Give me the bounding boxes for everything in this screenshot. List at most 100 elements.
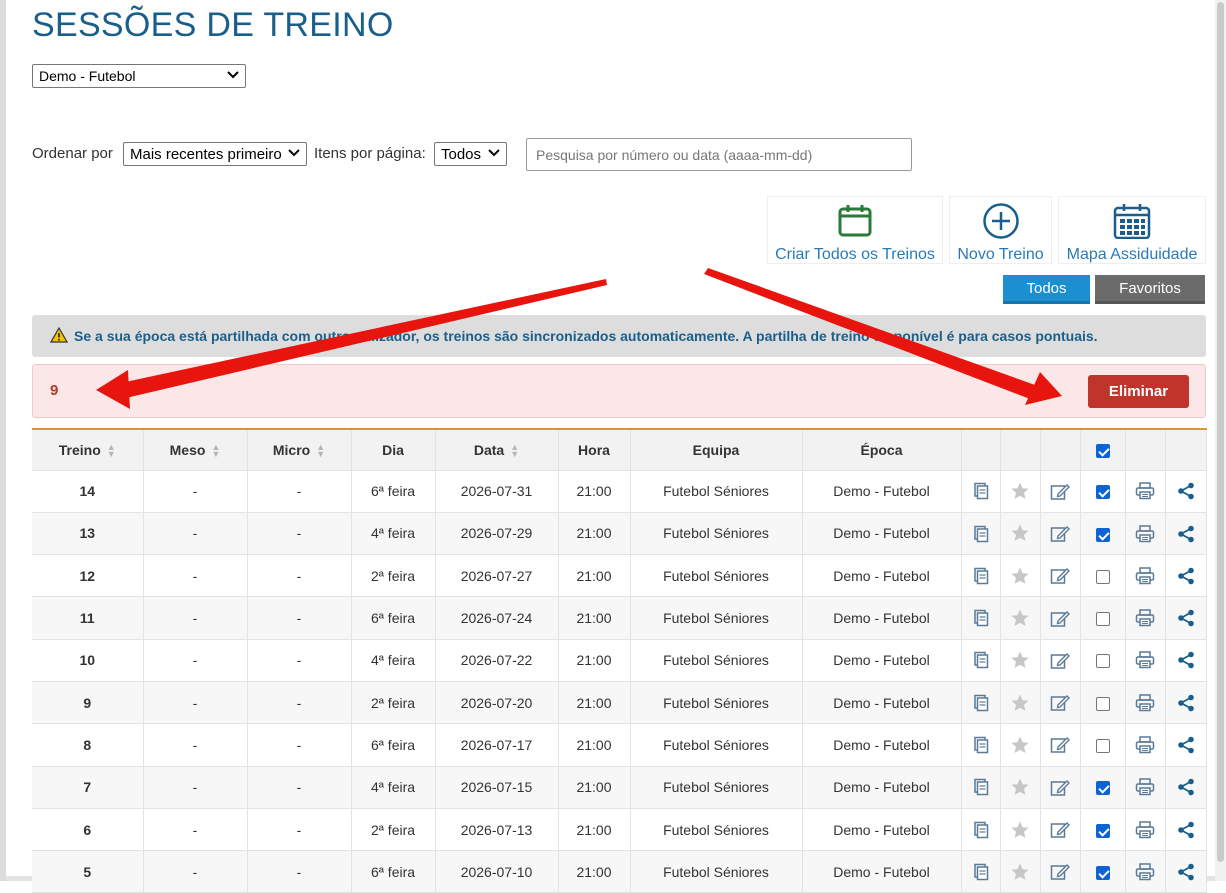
share-icon[interactable]: [1177, 567, 1195, 585]
vertical-scrollbar[interactable]: [1215, 0, 1226, 881]
copy-icon[interactable]: [972, 609, 990, 627]
vertical-scrollbar-thumb[interactable]: [1217, 2, 1224, 862]
tab-all[interactable]: Todos: [1003, 275, 1090, 304]
star-icon[interactable]: [1010, 862, 1030, 882]
copy-icon[interactable]: [972, 778, 990, 796]
print-icon[interactable]: [1135, 651, 1155, 669]
edit-icon[interactable]: [1050, 862, 1070, 881]
edit-icon[interactable]: [1050, 778, 1070, 797]
session-number-link[interactable]: 8: [32, 723, 144, 767]
print-icon[interactable]: [1135, 694, 1155, 712]
star-icon[interactable]: [1010, 650, 1030, 670]
share-icon[interactable]: [1177, 863, 1195, 881]
edit-icon[interactable]: [1050, 482, 1070, 501]
row-checkbox[interactable]: [1095, 865, 1110, 880]
copy-icon[interactable]: [972, 736, 990, 754]
row-checkbox[interactable]: [1095, 739, 1110, 754]
session-number-link[interactable]: 9: [32, 681, 144, 725]
star-icon[interactable]: [1010, 481, 1030, 501]
star-icon[interactable]: [1010, 608, 1030, 628]
sort-icon[interactable]: ▲ ▼: [211, 442, 220, 458]
print-icon[interactable]: [1135, 863, 1155, 881]
print-icon[interactable]: [1135, 820, 1155, 839]
create-all-sessions-button[interactable]: Criar Todos os Treinos: [767, 196, 943, 264]
share-icon[interactable]: [1177, 694, 1195, 712]
edit-icon[interactable]: [1050, 651, 1070, 670]
attendance-map-button[interactable]: Mapa Assiduidade: [1058, 196, 1206, 264]
date-cell: 2026-07-10: [435, 850, 559, 893]
header-select-all[interactable]: [1080, 429, 1126, 471]
session-number-link[interactable]: 14: [32, 470, 144, 513]
print-icon[interactable]: [1135, 736, 1155, 754]
select-all-checkbox[interactable]: [1095, 443, 1110, 458]
row-checkbox[interactable]: [1095, 696, 1110, 711]
session-number-link[interactable]: 11: [32, 596, 144, 640]
edit-icon[interactable]: [1050, 566, 1070, 585]
edit-icon[interactable]: [1050, 820, 1070, 839]
season-select[interactable]: Demo - Futebol: [32, 64, 246, 88]
copy-icon[interactable]: [972, 821, 990, 839]
star-icon[interactable]: [1010, 523, 1030, 543]
star-icon[interactable]: [1010, 566, 1030, 586]
date-cell: 2026-07-27: [435, 554, 559, 598]
search-input[interactable]: [526, 138, 912, 171]
copy-icon[interactable]: [972, 651, 990, 669]
copy-icon[interactable]: [972, 567, 990, 585]
edit-icon[interactable]: [1050, 693, 1070, 712]
row-checkbox[interactable]: [1095, 612, 1110, 627]
star-icon[interactable]: [1010, 777, 1030, 797]
sort-icon[interactable]: ▲ ▼: [510, 442, 519, 458]
session-number-link[interactable]: 13: [32, 512, 144, 556]
new-session-button[interactable]: Novo Treino: [949, 196, 1052, 264]
edit-icon[interactable]: [1050, 524, 1070, 543]
share-icon[interactable]: [1177, 778, 1195, 796]
share-icon[interactable]: [1177, 651, 1195, 669]
tab-favorites[interactable]: Favoritos: [1095, 275, 1205, 304]
star-icon[interactable]: [1010, 820, 1030, 840]
row-checkbox[interactable]: [1095, 781, 1110, 796]
header-meso[interactable]: Meso ▲ ▼: [143, 429, 248, 471]
header-micro-label: Micro: [272, 441, 311, 458]
per-page-select[interactable]: Todos: [434, 142, 507, 166]
header-micro[interactable]: Micro ▲ ▼: [247, 429, 352, 471]
session-number-link[interactable]: 5: [32, 850, 144, 893]
delete-button[interactable]: Eliminar: [1088, 375, 1189, 408]
sort-select[interactable]: Mais recentes primeiro: [123, 142, 307, 166]
row-checkbox[interactable]: [1095, 569, 1110, 584]
sort-icon[interactable]: ▲ ▼: [316, 442, 325, 458]
session-number-link[interactable]: 7: [32, 766, 144, 809]
share-icon[interactable]: [1177, 821, 1195, 839]
row-checkbox[interactable]: [1095, 485, 1110, 500]
sessions-table: Treino ▲ ▼ Meso ▲ ▼ Micro ▲ ▼ Dia Data ▲ ▼ Hora …: [32, 428, 1207, 893]
sort-icon[interactable]: ▲ ▼: [107, 442, 116, 458]
row-checkbox[interactable]: [1095, 527, 1110, 542]
row-checkbox[interactable]: [1095, 823, 1110, 838]
copy-icon[interactable]: [972, 694, 990, 712]
edit-icon[interactable]: [1050, 735, 1070, 754]
star-icon[interactable]: [1010, 693, 1030, 713]
session-number-link[interactable]: 6: [32, 808, 144, 852]
share-icon[interactable]: [1177, 525, 1195, 543]
star-icon[interactable]: [1010, 735, 1030, 755]
print-icon[interactable]: [1135, 609, 1155, 627]
print-icon[interactable]: [1135, 567, 1155, 585]
session-number-link[interactable]: 10: [32, 639, 144, 682]
share-icon[interactable]: [1177, 736, 1195, 754]
copy-icon[interactable]: [972, 525, 990, 543]
copy-icon[interactable]: [972, 863, 990, 881]
session-number-link[interactable]: 12: [32, 554, 144, 598]
share-icon[interactable]: [1177, 609, 1195, 627]
share-icon[interactable]: [1177, 482, 1195, 500]
edit-cell: [1040, 850, 1081, 893]
header-date[interactable]: Data ▲ ▼: [435, 429, 559, 471]
edit-icon[interactable]: [1050, 609, 1070, 628]
print-icon[interactable]: [1135, 482, 1155, 500]
row-checkbox[interactable]: [1095, 654, 1110, 669]
copy-icon[interactable]: [972, 482, 990, 500]
chevron-down-icon: [227, 70, 239, 82]
print-icon[interactable]: [1135, 778, 1155, 796]
header-session[interactable]: Treino ▲ ▼: [32, 429, 144, 471]
window-left-edge: [0, 0, 6, 881]
micro-cell: -: [247, 808, 352, 852]
print-icon[interactable]: [1135, 524, 1155, 543]
